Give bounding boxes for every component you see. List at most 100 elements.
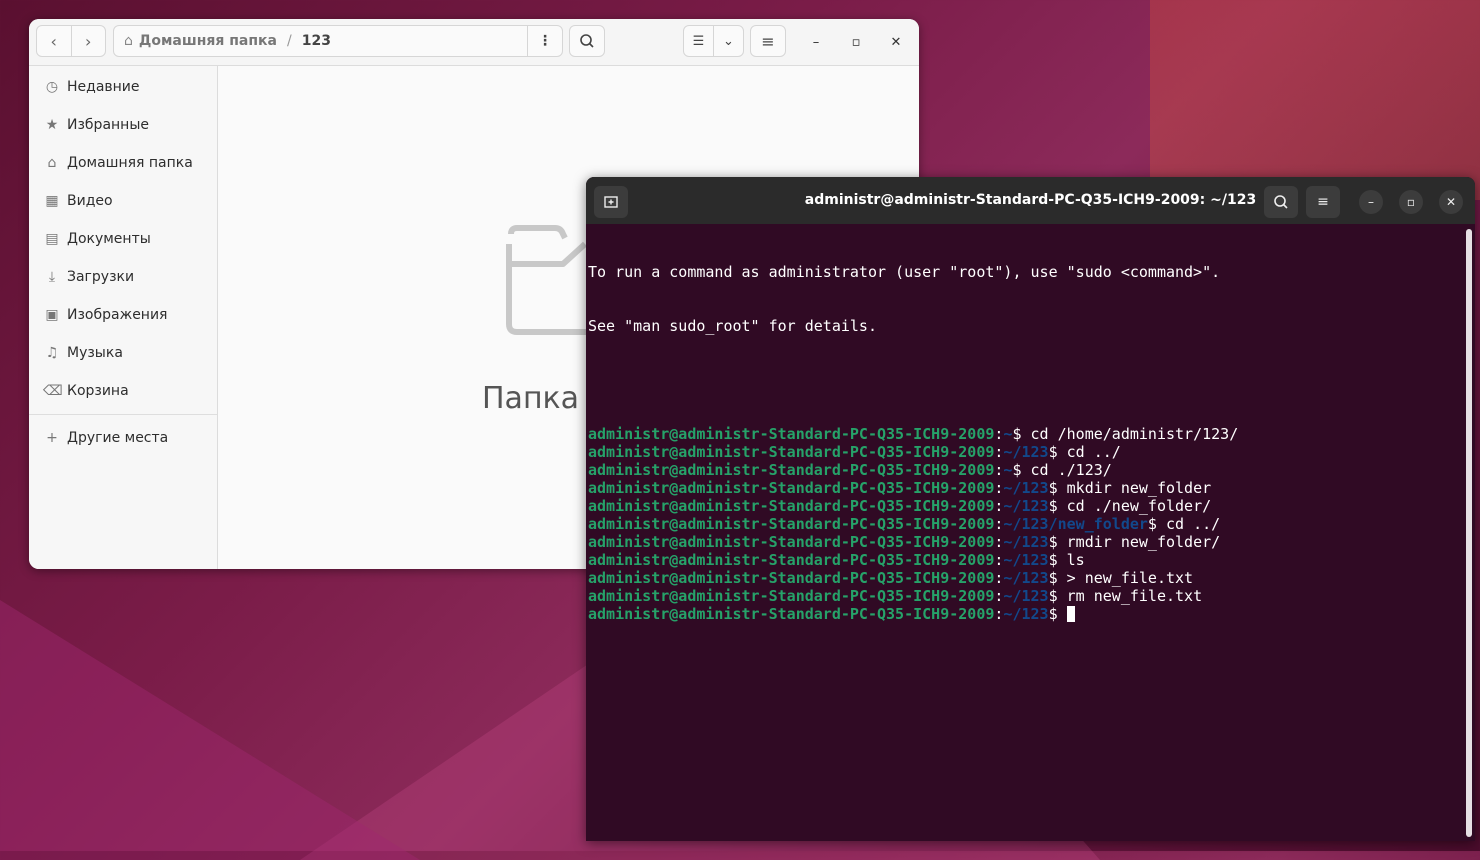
music-icon: ♫ bbox=[45, 345, 59, 361]
maximize-icon: ▫ bbox=[1406, 195, 1416, 209]
sidebar-item-label: Другие места bbox=[67, 430, 169, 446]
list-view-icon: ☰ bbox=[692, 33, 705, 49]
sidebar-item-home[interactable]: ⌂ Домашняя папка bbox=[29, 144, 217, 182]
breadcrumb-home[interactable]: Домашняя папка bbox=[139, 33, 277, 49]
download-icon: ⤓ bbox=[48, 269, 56, 285]
search-button[interactable] bbox=[569, 25, 605, 57]
prompt-path: ~/123 bbox=[1003, 569, 1049, 587]
sidebar-item-label: Недавние bbox=[67, 79, 140, 95]
sidebar-item-label: Изображения bbox=[67, 307, 168, 323]
command-text: $ > new_file.txt bbox=[1048, 569, 1194, 587]
sidebar-item-label: Избранные bbox=[67, 117, 149, 133]
command-text: $ cd ../ bbox=[1147, 515, 1221, 533]
sidebar-item-downloads[interactable]: ⤓ Загрузки bbox=[29, 258, 217, 296]
prompt-user: administr@administr-Standard-PC-Q35-ICH9… bbox=[588, 443, 995, 461]
close-icon: ✕ bbox=[1445, 195, 1457, 209]
prompt-user: administr@administr-Standard-PC-Q35-ICH9… bbox=[588, 479, 995, 497]
star-icon: ★ bbox=[45, 117, 59, 133]
terminal-command-line: administr@administr-Standard-PC-Q35-ICH9… bbox=[588, 551, 1458, 569]
terminal-maximize-button[interactable]: ▫ bbox=[1399, 190, 1423, 214]
main-menu-button[interactable]: ≡ bbox=[750, 25, 786, 57]
forward-button[interactable]: › bbox=[70, 26, 106, 56]
new-tab-button[interactable] bbox=[594, 186, 628, 218]
path-bar[interactable]: ⌂ Домашняя папка / 123 ⋮ bbox=[113, 25, 563, 57]
chevron-down-icon: ⌄ bbox=[723, 33, 734, 49]
prompt-path: ~/123 bbox=[1003, 605, 1049, 623]
terminal-command-line: administr@administr-Standard-PC-Q35-ICH9… bbox=[588, 587, 1458, 605]
search-icon bbox=[580, 34, 594, 48]
navigation-buttons: ‹ › bbox=[36, 25, 106, 57]
terminal-menu-button[interactable]: ≡ bbox=[1306, 186, 1340, 218]
command-text: $ rmdir new_folder/ bbox=[1048, 533, 1221, 551]
minimize-icon: – bbox=[812, 34, 820, 50]
terminal-command-line: administr@administr-Standard-PC-Q35-ICH9… bbox=[588, 479, 1458, 497]
prompt-user: administr@administr-Standard-PC-Q35-ICH9… bbox=[588, 461, 995, 479]
view-options-button[interactable]: ⌄ bbox=[713, 26, 743, 56]
sidebar-divider bbox=[29, 414, 217, 415]
maximize-icon: ▫ bbox=[851, 34, 861, 50]
terminal-prompt-lines: administr@administr-Standard-PC-Q35-ICH9… bbox=[588, 425, 1458, 623]
view-toggle-group: ☰ ⌄ bbox=[683, 25, 744, 57]
wallpaper-shape bbox=[0, 600, 420, 860]
close-button[interactable]: ✕ bbox=[886, 32, 906, 52]
terminal-intro-line: See "man sudo_root" for details. bbox=[588, 317, 877, 335]
sidebar-item-label: Музыка bbox=[67, 345, 123, 361]
command-text: $ bbox=[1048, 605, 1067, 623]
prompt-user: administr@administr-Standard-PC-Q35-ICH9… bbox=[588, 515, 995, 533]
terminal-minimize-button[interactable]: – bbox=[1359, 190, 1383, 214]
terminal-command-line: administr@administr-Standard-PC-Q35-ICH9… bbox=[588, 497, 1458, 515]
prompt-path: ~/123 bbox=[1003, 497, 1049, 515]
plus-icon: + bbox=[46, 430, 58, 446]
terminal-close-button[interactable]: ✕ bbox=[1439, 190, 1463, 214]
sidebar-item-label: Домашняя папка bbox=[67, 155, 193, 171]
list-view-button[interactable]: ☰ bbox=[684, 26, 713, 56]
command-text: $ cd ../ bbox=[1048, 443, 1121, 461]
sidebar-item-documents[interactable]: ▤ Документы bbox=[29, 220, 217, 258]
prompt-path: ~/123 bbox=[1003, 479, 1049, 497]
prompt-path: ~/123/new_folder bbox=[1003, 515, 1148, 533]
terminal-command-line: administr@administr-Standard-PC-Q35-ICH9… bbox=[588, 425, 1458, 443]
prompt-path: ~/123 bbox=[1003, 533, 1049, 551]
sidebar: ◷ Недавние ★ Избранные ⌂ Домашняя папка ▦ Ви… bbox=[29, 66, 218, 569]
back-button[interactable]: ‹ bbox=[37, 26, 71, 56]
maximize-button[interactable]: ▫ bbox=[846, 32, 866, 52]
new-tab-icon bbox=[604, 196, 618, 208]
sidebar-item-trash[interactable]: ⌫ Корзина bbox=[29, 372, 217, 410]
sidebar-item-label: Загрузки bbox=[67, 269, 135, 285]
prompt-user: administr@administr-Standard-PC-Q35-ICH9… bbox=[588, 569, 995, 587]
trash-icon: ⌫ bbox=[43, 383, 63, 399]
file-manager-headerbar: ‹ › ⌂ Домашняя папка / 123 ⋮ ☰ ⌄ ≡ – ▫ ✕ bbox=[29, 19, 919, 66]
path-menu-button[interactable]: ⋮ bbox=[527, 26, 562, 56]
sidebar-item-recent[interactable]: ◷ Недавние bbox=[29, 68, 217, 106]
sidebar-item-starred[interactable]: ★ Избранные bbox=[29, 106, 217, 144]
sidebar-item-videos[interactable]: ▦ Видео bbox=[29, 182, 217, 220]
minimize-button[interactable]: – bbox=[806, 32, 826, 52]
sidebar-item-label: Видео bbox=[67, 193, 113, 209]
prompt-path: ~/123 bbox=[1003, 587, 1049, 605]
terminal-headerbar: administr@administr-Standard-PC-Q35-ICH9… bbox=[586, 177, 1475, 224]
prompt-path: ~/123 bbox=[1003, 443, 1049, 461]
command-text: $ rm new_file.txt bbox=[1048, 587, 1203, 605]
video-icon: ▦ bbox=[45, 193, 59, 209]
command-text: $ ls bbox=[1048, 551, 1085, 569]
terminal-search-button[interactable] bbox=[1264, 186, 1298, 218]
terminal-scrollbar[interactable] bbox=[1466, 229, 1472, 837]
chevron-left-icon: ‹ bbox=[50, 31, 57, 51]
home-icon: ⌂ bbox=[47, 155, 57, 171]
breadcrumb-current[interactable]: 123 bbox=[302, 33, 331, 49]
wallpaper-shape bbox=[1150, 0, 1480, 200]
prompt-user: administr@administr-Standard-PC-Q35-ICH9… bbox=[588, 551, 995, 569]
prompt-user: administr@administr-Standard-PC-Q35-ICH9… bbox=[588, 497, 995, 515]
command-text: $ mkdir new_folder bbox=[1048, 479, 1212, 497]
image-icon: ▣ bbox=[45, 307, 59, 323]
terminal-command-line: administr@administr-Standard-PC-Q35-ICH9… bbox=[588, 569, 1458, 587]
search-icon bbox=[1274, 195, 1288, 209]
prompt-user: administr@administr-Standard-PC-Q35-ICH9… bbox=[588, 425, 995, 443]
command-text: $ cd ./new_folder/ bbox=[1048, 497, 1212, 515]
sidebar-item-pictures[interactable]: ▣ Изображения bbox=[29, 296, 217, 334]
sidebar-item-other-locations[interactable]: + Другие места bbox=[29, 419, 217, 457]
terminal-output[interactable]: To run a command as administrator (user … bbox=[588, 227, 1458, 659]
close-icon: ✕ bbox=[890, 34, 902, 50]
sidebar-item-music[interactable]: ♫ Музыка bbox=[29, 334, 217, 372]
